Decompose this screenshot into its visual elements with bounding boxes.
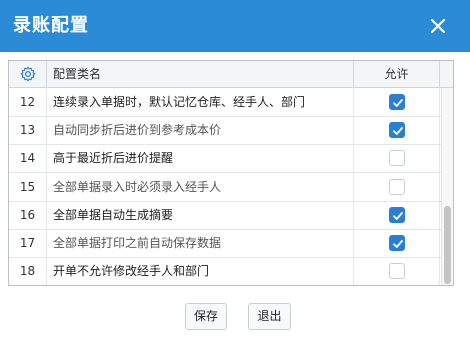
check-icon	[393, 127, 403, 136]
row-label: 开单不允许修改经手人和部门	[53, 264, 210, 279]
gear-icon	[20, 66, 36, 82]
column-settings-button[interactable]	[9, 61, 47, 87]
column-header-allow: 允许	[353, 61, 440, 87]
allow-checkbox[interactable]	[389, 206, 405, 223]
row-label: 高于最近折后进价提醒	[53, 151, 174, 166]
allow-cell	[353, 257, 440, 285]
save-button[interactable]: 保存	[185, 303, 227, 330]
row-number: 13	[9, 116, 47, 146]
allow-checkbox[interactable]	[389, 94, 405, 110]
allow-cell	[353, 88, 440, 117]
check-icon	[393, 211, 403, 220]
table-row[interactable]: 15 全部单据录入时必须录入经手人	[9, 172, 441, 202]
dialog-title: 录账配置	[13, 15, 89, 36]
allow-cell	[353, 229, 440, 258]
check-icon	[393, 99, 403, 107]
row-number: 17	[9, 229, 47, 258]
row-number: 18	[9, 257, 47, 285]
grid-header: 配置类名 允许	[9, 61, 453, 88]
row-label: 全部单据录入时必须录入经手人	[53, 179, 222, 194]
column-header-type: 配置类名	[53, 67, 102, 81]
table-row[interactable]: 13 自动同步折后进价到参考成本价	[9, 116, 441, 146]
check-icon	[393, 240, 403, 248]
table-row[interactable]: 14 高于最近折后进价提醒	[9, 144, 441, 174]
allow-checkbox[interactable]	[389, 122, 405, 139]
row-label: 全部单据打印之前自动保存数据	[53, 236, 222, 250]
row-number: 16	[9, 200, 47, 230]
dialog-titlebar: 录账配置	[0, 0, 470, 52]
row-number: 14	[9, 144, 47, 174]
table-row[interactable]: 18 开单不允许修改经手人和部门	[9, 257, 441, 285]
table-row[interactable]: 17 全部单据打印之前自动保存数据	[9, 229, 441, 258]
row-number: 15	[9, 172, 47, 202]
exit-button[interactable]: 退出	[248, 303, 291, 330]
allow-cell	[353, 144, 440, 174]
row-label: 自动同步折后进价到参考成本价	[53, 123, 222, 138]
row-label: 全部单据自动生成摘要	[53, 207, 174, 222]
table-row[interactable]: 16 全部单据自动生成摘要	[9, 200, 441, 230]
grid-scrollbar[interactable]	[441, 88, 453, 285]
scrollbar-thumb[interactable]	[444, 206, 451, 284]
config-grid: 配置类名 允许 12 连续录入单据时，默认记忆仓库、经手人、部门 13 自动同步折后进…	[8, 60, 454, 286]
row-number: 12	[9, 88, 47, 117]
row-label: 连续录入单据时，默认记忆仓库、经手人、部门	[53, 95, 306, 109]
config-dialog: 录账配置 配置类名 允许 12 连续录入单据时，默认记忆仓库、经手人、部门 13 自动…	[0, 0, 470, 354]
allow-cell	[353, 116, 440, 146]
allow-cell	[353, 172, 440, 202]
close-icon[interactable]	[428, 16, 448, 36]
allow-cell	[353, 200, 440, 230]
allow-checkbox[interactable]	[389, 150, 405, 167]
table-row[interactable]: 12 连续录入单据时，默认记忆仓库、经手人、部门	[9, 88, 441, 117]
allow-checkbox[interactable]	[389, 178, 405, 195]
allow-checkbox[interactable]	[389, 235, 405, 251]
allow-checkbox[interactable]	[389, 263, 405, 280]
